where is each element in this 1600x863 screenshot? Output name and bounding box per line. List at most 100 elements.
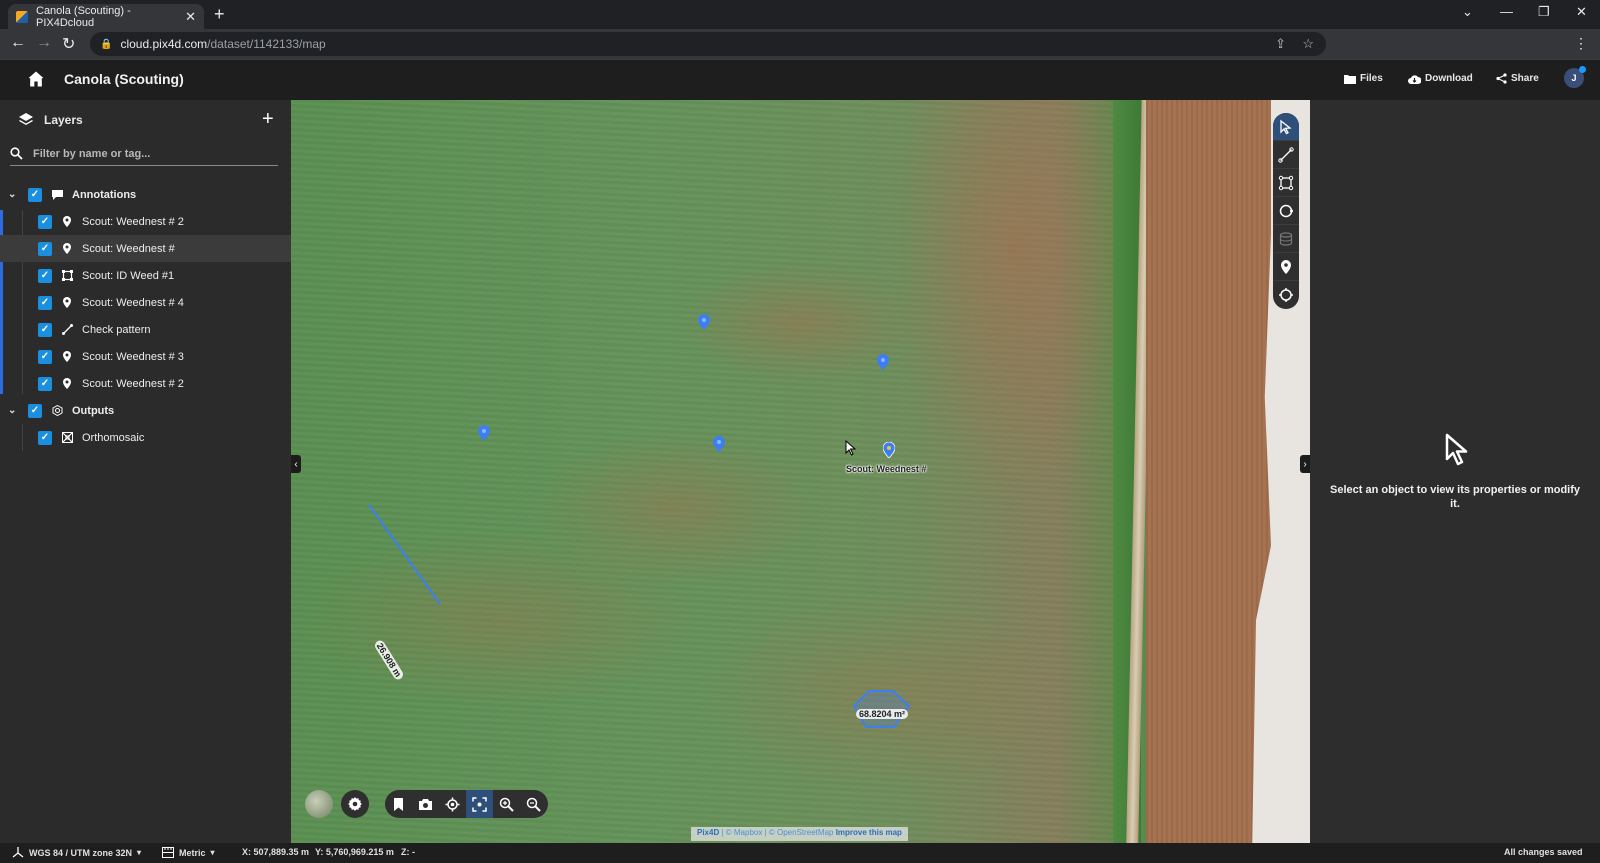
layer-checkbox[interactable]: ✓ — [38, 295, 52, 310]
circle-tool[interactable] — [1273, 197, 1299, 225]
polyline-tool[interactable] — [1273, 141, 1299, 169]
close-tab-icon[interactable]: ✕ — [185, 9, 196, 25]
select-cursor-icon — [1445, 433, 1468, 466]
close-window-button[interactable]: ✕ — [1576, 4, 1587, 20]
add-layer-button[interactable]: + — [262, 108, 274, 131]
back-button[interactable]: ← — [10, 34, 26, 52]
polyline-icon — [60, 324, 74, 335]
units-selector[interactable]: Metric ▾ — [162, 847, 215, 858]
layer-checkbox[interactable]: ✓ — [38, 430, 52, 445]
browser-tab[interactable]: Canola (Scouting) - PIX4Dcloud ✕ — [8, 4, 204, 29]
user-avatar[interactable]: J — [1564, 66, 1586, 88]
pix4d-favicon — [16, 10, 28, 23]
map-controls-bar — [385, 790, 548, 818]
select-tool[interactable] — [1273, 113, 1299, 141]
page-title: Canola (Scouting) — [64, 71, 184, 87]
folder-icon — [1344, 74, 1356, 84]
crs-selector[interactable]: WGS 84 / UTM zone 32N ▾ — [12, 847, 141, 858]
layer-item[interactable]: ✓ Scout: Weednest # 2 — [0, 370, 291, 397]
layer-group-outputs[interactable]: ⌄ ✓ Outputs — [0, 397, 291, 424]
map-pin-marker[interactable] — [478, 425, 490, 441]
layer-checkbox[interactable]: ✓ — [38, 322, 52, 337]
share-page-icon[interactable]: ⇪ — [1275, 36, 1286, 52]
layer-checkbox[interactable]: ✓ — [38, 214, 52, 229]
pin-icon — [60, 351, 74, 362]
bookmark-icon — [394, 797, 403, 811]
new-tab-button[interactable]: + — [214, 4, 225, 25]
chevron-down-icon[interactable]: ⌄ — [8, 189, 18, 200]
map-pin-marker[interactable] — [877, 354, 889, 370]
marker-tool[interactable] — [1273, 253, 1299, 281]
layer-item[interactable]: ✓ Orthomosaic — [0, 424, 291, 451]
map-viewport[interactable]: Scout: Weednest # 68.8204 m² 26.908 m ‹ … — [291, 100, 1310, 843]
files-button[interactable]: Files — [1344, 73, 1383, 84]
zoom-in-button[interactable] — [493, 790, 520, 818]
map-settings-button[interactable] — [341, 790, 369, 818]
improve-map-link[interactable]: Improve this map — [836, 828, 902, 837]
notification-dot — [1579, 66, 1586, 73]
mapbox-attribution-link[interactable]: © Mapbox — [726, 828, 763, 837]
point-tool[interactable] — [1273, 281, 1299, 309]
layer-checkbox[interactable]: ✓ — [38, 241, 52, 256]
layer-item[interactable]: ✓ Check pattern — [0, 316, 291, 343]
minimize-button[interactable]: — — [1500, 4, 1513, 19]
locate-button[interactable] — [439, 790, 466, 818]
volume-tool[interactable] — [1273, 225, 1299, 253]
layer-item[interactable]: ✓ Scout: ID Weed #1 — [0, 262, 291, 289]
layer-group-annotations[interactable]: ⌄ ✓ Annotations — [0, 181, 291, 208]
polyline-icon — [1278, 146, 1294, 163]
avatar-initial: J — [1571, 73, 1577, 83]
tab-search-icon[interactable]: ⌄ — [1462, 4, 1473, 20]
map-pin-marker[interactable] — [713, 436, 725, 452]
chevron-down-icon[interactable]: ⌄ — [8, 405, 18, 416]
bookmark-button[interactable] — [385, 790, 412, 818]
layer-label: Scout: Weednest # 3 — [82, 350, 184, 363]
check-pattern-line[interactable] — [368, 504, 441, 605]
share-button[interactable]: Share — [1496, 73, 1539, 84]
collapse-right-panel-button[interactable]: › — [1300, 455, 1310, 473]
basemap-switcher[interactable] — [305, 790, 333, 818]
units-label: Metric — [179, 847, 206, 858]
group-checkbox[interactable]: ✓ — [28, 187, 42, 202]
reload-button[interactable]: ↻ — [62, 34, 75, 54]
layer-label: Scout: Weednest # — [82, 242, 175, 255]
layer-item[interactable]: ✓ Scout: Weednest # 3 — [0, 343, 291, 370]
address-bar[interactable]: 🔒 cloud.pix4d.com /dataset/1142133/map ⇪… — [90, 32, 1326, 56]
layer-checkbox[interactable]: ✓ — [38, 349, 52, 364]
collapse-left-panel-button[interactable]: ‹ — [291, 455, 301, 473]
fit-view-button[interactable] — [466, 790, 493, 818]
map-pin-marker-hovered[interactable] — [883, 442, 895, 458]
map-pin-marker[interactable] — [698, 314, 710, 330]
layer-item-selected[interactable]: ✓ Scout: Weednest # — [0, 235, 291, 262]
download-button[interactable]: Download — [1408, 73, 1473, 84]
cloud-download-icon — [1408, 74, 1421, 84]
home-icon[interactable] — [26, 69, 46, 89]
empty-selection-message: Select an object to view its properties … — [1330, 484, 1581, 510]
layer-item[interactable]: ✓ Scout: Weednest # 4 — [0, 289, 291, 316]
comment-icon — [50, 189, 64, 200]
bookmark-star-icon[interactable]: ☆ — [1302, 36, 1314, 52]
group-checkbox[interactable]: ✓ — [28, 403, 42, 418]
layer-label: Scout: Weednest # 4 — [82, 296, 184, 309]
select-arrow-icon — [1280, 119, 1292, 134]
layers-header: Layers — [18, 112, 83, 128]
osm-attribution-link[interactable]: © OpenStreetMap — [769, 828, 834, 837]
layer-item[interactable]: ✓ Scout: Weednest # 2 — [0, 208, 291, 235]
tab-title: Canola (Scouting) - PIX4Dcloud — [36, 4, 131, 29]
lock-icon: 🔒 — [100, 38, 113, 50]
pix4d-attribution-link[interactable]: Pix4D — [697, 828, 719, 837]
layer-checkbox[interactable]: ✓ — [38, 268, 52, 283]
browser-menu-icon[interactable]: ⋮ — [1574, 35, 1588, 52]
pin-icon — [60, 297, 74, 308]
camera-icon — [419, 798, 432, 810]
share-label: Share — [1511, 73, 1539, 84]
zoom-out-button[interactable] — [520, 790, 547, 818]
filter-input[interactable] — [33, 147, 253, 160]
layer-checkbox[interactable]: ✓ — [38, 376, 52, 391]
map-pin-icon — [1281, 259, 1291, 274]
polygon-tool[interactable] — [1273, 169, 1299, 197]
restore-button[interactable]: ❐ — [1538, 4, 1550, 20]
screenshot-button[interactable] — [412, 790, 439, 818]
forward-button[interactable]: → — [36, 34, 52, 52]
layer-label: Orthomosaic — [82, 431, 145, 444]
